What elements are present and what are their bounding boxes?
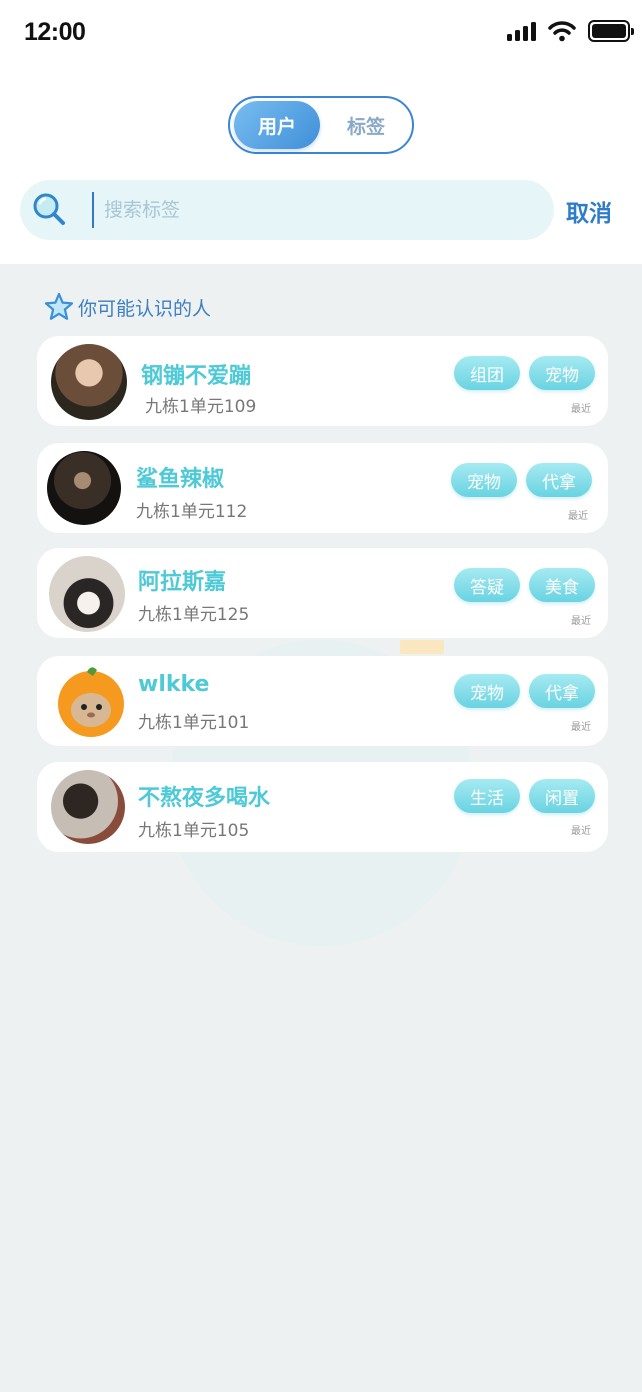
avatar	[51, 344, 127, 420]
toggle-users[interactable]: 用户	[234, 101, 320, 149]
recent-label: 最近	[568, 511, 588, 522]
user-tag-toggle: 用户 标签	[228, 96, 414, 154]
tag-chip[interactable]: 组团	[454, 356, 520, 390]
tag-chip[interactable]: 宠物	[451, 463, 517, 497]
search-bar	[20, 180, 554, 240]
tag-chip[interactable]: 闲置	[529, 779, 595, 813]
user-address: 九栋1单元112	[136, 502, 248, 522]
text-cursor	[92, 192, 94, 228]
battery-icon	[588, 20, 634, 42]
section-title: 你可能认识的人	[44, 292, 211, 322]
avatar	[51, 770, 125, 844]
user-card[interactable]: wlkke 九栋1单元101 宠物 代拿 最近	[37, 656, 608, 746]
star-icon	[44, 292, 74, 320]
tag-chip[interactable]: 美食	[529, 568, 595, 602]
tag-chip[interactable]: 宠物	[454, 674, 520, 708]
user-address: 九栋1单元109	[145, 397, 257, 417]
recent-label: 最近	[571, 826, 591, 837]
tag-chip[interactable]: 代拿	[529, 674, 595, 708]
recent-label: 最近	[571, 722, 591, 733]
avatar	[47, 451, 121, 525]
background-decoration-bar	[400, 640, 444, 654]
cellular-signal-icon	[507, 21, 536, 41]
user-card[interactable]: 钢镚不爱蹦 九栋1单元109 组团 宠物 最近	[37, 336, 608, 426]
tag-chip[interactable]: 代拿	[526, 463, 592, 497]
search-icon	[33, 193, 65, 225]
user-address: 九栋1单元101	[138, 713, 250, 733]
user-card[interactable]: 鲨鱼辣椒 九栋1单元112 宠物 代拿 最近	[37, 443, 608, 533]
cancel-button[interactable]: 取消	[566, 194, 612, 228]
avatar	[49, 556, 125, 632]
status-icons	[507, 20, 634, 42]
user-card[interactable]: 阿拉斯嘉 九栋1单元125 答疑 美食 最近	[37, 548, 608, 638]
user-name: 不熬夜多喝水	[138, 786, 271, 811]
recent-label: 最近	[571, 404, 591, 415]
toggle-tags[interactable]: 标签	[323, 101, 409, 149]
orange-cat-avatar	[51, 660, 131, 740]
status-bar: 12:00	[0, 0, 642, 66]
wifi-icon	[548, 21, 576, 42]
tag-chip[interactable]: 答疑	[454, 568, 520, 602]
tag-chip[interactable]: 生活	[454, 779, 520, 813]
user-address: 九栋1单元105	[138, 821, 250, 841]
user-card[interactable]: 不熬夜多喝水 九栋1单元105 生活 闲置 最近	[37, 762, 608, 852]
user-name: 阿拉斯嘉	[138, 570, 227, 595]
search-input[interactable]	[104, 190, 534, 230]
user-name: wlkke	[138, 672, 210, 697]
user-address: 九栋1单元125	[138, 605, 250, 625]
section-title-text: 你可能认识的人	[78, 297, 212, 320]
user-name: 鲨鱼辣椒	[136, 467, 225, 492]
status-time: 12:00	[24, 18, 86, 46]
recent-label: 最近	[571, 616, 591, 627]
user-name: 钢镚不爱蹦	[141, 364, 252, 389]
tag-chip[interactable]: 宠物	[529, 356, 595, 390]
